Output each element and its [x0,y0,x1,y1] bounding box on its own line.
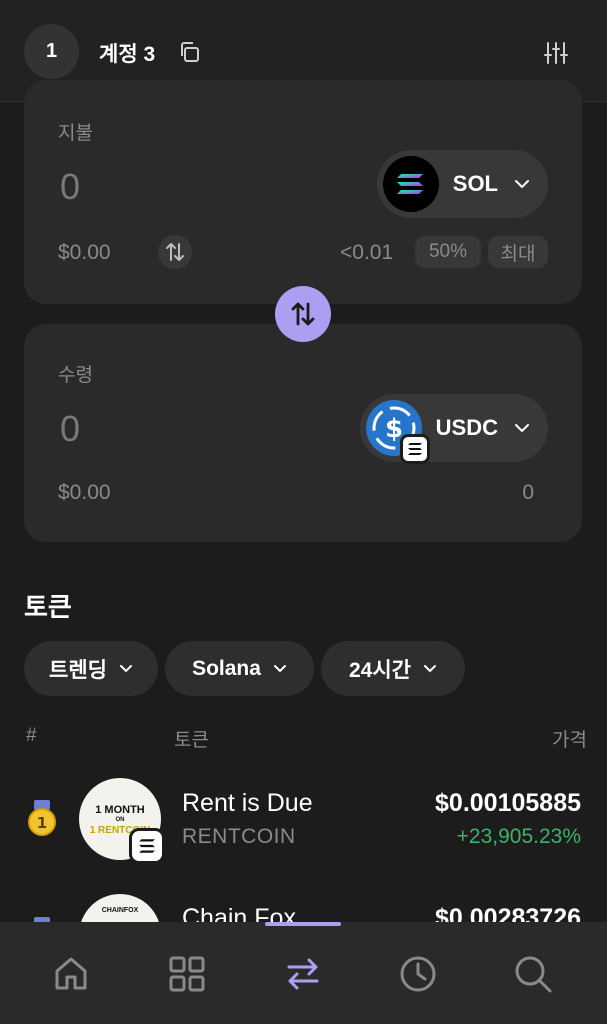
nav-search[interactable] [511,952,555,996]
settings-sliders-icon[interactable] [543,40,569,66]
token-row[interactable]: 2 CHAINFOX Chain Fox $0.00283726 [0,892,607,922]
pay-token-selector[interactable]: SOL [376,150,548,218]
filter-network[interactable]: Solana [165,641,314,696]
token-symbol: RENTCOIN [182,825,296,848]
nav-swap[interactable] [281,952,325,996]
filter-label: 트렌딩 [49,658,107,682]
history-icon [400,956,436,992]
filter-label: 24시간 [349,658,411,682]
chevron-down-icon [515,424,529,433]
pay-amount-input[interactable]: 0 [60,166,80,208]
chevron-down-icon [273,665,286,673]
token-row[interactable]: 1 1 MONTH ON 1 RENTCOIN Rent is Due RENT… [0,775,607,885]
receive-balance: 0 [522,481,534,504]
rank-number: 1 [37,814,47,832]
solana-network-badge-icon [399,434,430,464]
max-amount-button[interactable]: 최대 [488,236,548,268]
receive-token-selector[interactable]: $ USDC [359,394,548,464]
token-name: Chain Fox [182,904,296,922]
copy-icon[interactable] [177,40,201,64]
swap-direction-button[interactable] [275,286,331,342]
column-price[interactable]: 가격 [552,725,587,752]
pay-usd-value: $0.00 [58,241,111,264]
sol-token-icon [382,156,439,212]
grid-icon [169,956,205,992]
pay-token-name: SOL [452,171,498,196]
filter-label: Solana [192,656,261,680]
receive-label: 수령 [58,365,93,386]
chevron-down-icon [119,665,132,673]
receive-panel: 수령 0 $ USDC $0.00 0 [24,324,582,542]
pay-label: 지불 [58,123,93,144]
tokens-section-title: 토큰 [24,592,72,622]
column-token: 토큰 [174,730,209,751]
receive-token-name: USDC [435,415,498,440]
logo-lettering: CHAINFOX [101,907,139,914]
chevron-down-icon [424,665,436,673]
token-price: $0.00283726 [435,904,581,922]
filter-timeframe[interactable]: 24시간 [321,641,465,696]
active-tab-indicator [265,922,341,926]
receive-amount-input[interactable]: 0 [60,408,80,450]
account-name[interactable]: 계정 3 [99,38,155,68]
chevron-down-icon [515,180,529,189]
flip-currency-icon[interactable] [158,235,192,269]
swap-icon [287,958,319,990]
gold-medal-icon: 1 [28,800,56,836]
solana-network-badge-icon [129,828,165,864]
receive-usd-value: $0.00 [58,481,111,504]
search-icon [515,956,552,993]
nav-home[interactable] [49,952,93,996]
column-rank: # [26,725,37,746]
swap-arrows-icon [291,302,315,326]
token-name: Rent is Due [182,789,313,817]
rentcoin-token-logo: 1 MONTH ON 1 RENTCOIN [79,778,165,864]
nav-collectibles[interactable] [165,952,209,996]
half-amount-button[interactable]: 50% [415,236,481,268]
token-price-change: +23,905.23% [456,825,581,848]
pay-panel: 지불 0 SOL $0.00 <0.01 50% 최대 [24,80,582,304]
filter-trending[interactable]: 트렌딩 [24,641,158,696]
nav-history[interactable] [396,952,440,996]
home-icon [55,957,87,990]
token-price: $0.00105885 [435,789,581,817]
usdc-token-icon: $ [365,400,430,464]
bottom-navigation [0,922,607,1024]
chainfox-token-logo: CHAINFOX [79,894,161,922]
pay-balance: <0.01 [340,241,394,264]
account-avatar[interactable]: 1 [24,24,79,79]
